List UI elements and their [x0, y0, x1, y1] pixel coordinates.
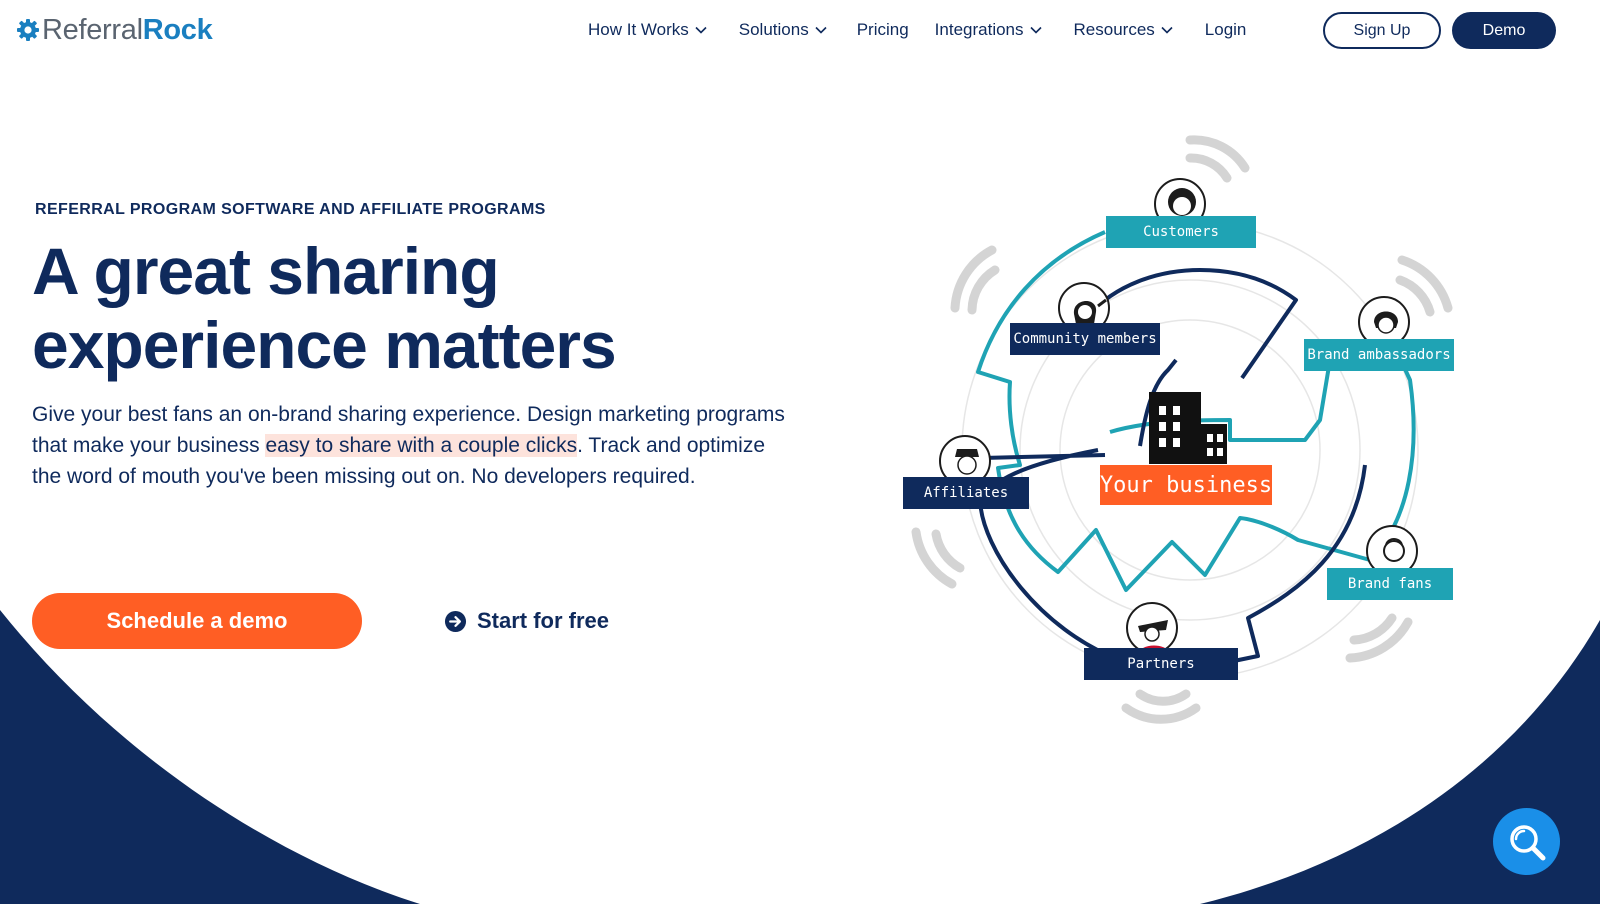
headline-line-1: A great sharing	[32, 234, 500, 308]
chevron-down-icon	[1029, 26, 1042, 34]
brand-name-part-b: Rock	[142, 14, 213, 46]
node-partners-label: Partners	[1084, 648, 1238, 680]
main-nav: How It Works Solutions Pricing Integrati…	[588, 12, 1246, 48]
headline-line-2: experience matters	[32, 308, 617, 382]
search-fab-button[interactable]	[1493, 808, 1560, 875]
schedule-demo-button[interactable]: Schedule a demo	[32, 593, 362, 649]
body-highlight: easy to share with a couple clicks	[265, 434, 578, 457]
nav-label: Integrations	[934, 20, 1024, 39]
search-icon	[1509, 824, 1545, 860]
chevron-down-icon	[815, 26, 827, 34]
node-brand-fans-label: Brand fans	[1327, 568, 1453, 600]
node-affiliates-label: Affiliates	[903, 477, 1029, 509]
node-brand-ambassadors-label: Brand ambassadors	[1304, 339, 1454, 371]
hero-body: Give your best fans an on-brand sharing …	[32, 399, 792, 492]
hero-headline: A great sharing experience matters	[32, 234, 792, 382]
nav-label: Login	[1204, 20, 1247, 39]
nav-login[interactable]: Login	[1205, 12, 1247, 48]
nav-label: Pricing	[856, 20, 909, 39]
partners-avatar	[1126, 602, 1178, 654]
referral-network-diagram: Your business Customers Community member…	[900, 120, 1480, 750]
building-icon	[1149, 392, 1227, 464]
nav-pricing[interactable]: Pricing	[857, 12, 909, 48]
site-header: ReferralRock How It Works Solutions Pric…	[0, 0, 1600, 60]
demo-button[interactable]: Demo	[1452, 12, 1556, 49]
nav-integrations[interactable]: Integrations	[935, 12, 1042, 48]
hero-eyebrow: REFERRAL PROGRAM SOFTWARE AND AFFILIATE …	[35, 201, 546, 218]
chevron-down-icon	[695, 26, 707, 34]
nav-how-it-works[interactable]: How It Works	[588, 12, 707, 48]
nav-label: Resources	[1073, 20, 1155, 39]
sign-up-button[interactable]: Sign Up	[1323, 12, 1441, 49]
brand-name-part-a: Referral	[42, 14, 143, 46]
node-customers-label: Customers	[1106, 216, 1256, 248]
gear-logo-icon	[17, 19, 39, 41]
arrow-circle-right-icon	[444, 610, 467, 632]
nav-solutions[interactable]: Solutions	[739, 12, 827, 48]
start-for-free-label: Start for free	[477, 608, 610, 633]
nav-resources[interactable]: Resources	[1074, 12, 1173, 48]
nav-label: Solutions	[738, 20, 809, 39]
node-community-members-label: Community members	[1010, 323, 1160, 355]
start-for-free-link[interactable]: Start for free	[444, 606, 609, 636]
nav-label: How It Works	[588, 20, 689, 39]
chevron-down-icon	[1161, 26, 1173, 34]
brand-logo[interactable]: ReferralRock	[16, 12, 213, 48]
brand-wordmark: ReferralRock	[42, 12, 213, 48]
your-business-label: Your business	[1100, 465, 1272, 505]
